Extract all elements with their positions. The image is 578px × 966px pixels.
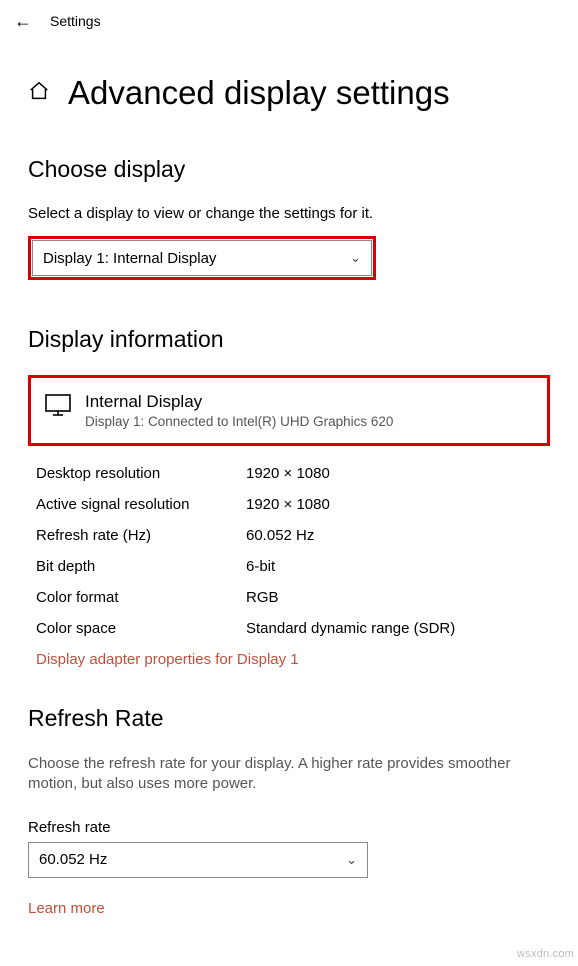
chevron-down-icon: ⌄: [346, 852, 357, 868]
display-properties-table: Desktop resolution 1920 × 1080 Active si…: [28, 456, 550, 687]
refresh-rate-section: Refresh Rate Choose the refresh rate for…: [28, 705, 550, 918]
prop-val: 1920 × 1080: [246, 465, 330, 482]
home-icon[interactable]: [28, 80, 50, 106]
watermark: wsxdn.com: [517, 948, 574, 960]
title-row: Advanced display settings: [28, 74, 550, 112]
table-row: Refresh rate (Hz) 60.052 Hz: [36, 520, 542, 551]
display-card-highlight: Internal Display Display 1: Connected to…: [28, 375, 550, 446]
display-select-value: Display 1: Internal Display: [43, 250, 216, 267]
display-card-title: Internal Display: [85, 392, 393, 412]
display-information-section: Display information Internal Display Dis…: [28, 326, 550, 687]
choose-display-subtext: Select a display to view or change the s…: [28, 205, 550, 222]
refresh-rate-heading: Refresh Rate: [28, 705, 550, 732]
display-card-text: Internal Display Display 1: Connected to…: [85, 392, 393, 429]
table-row: Color format RGB: [36, 582, 542, 613]
table-row: Bit depth 6-bit: [36, 551, 542, 582]
adapter-properties-link-row: Display adapter properties for Display 1: [36, 644, 542, 675]
refresh-rate-field-label: Refresh rate: [28, 819, 550, 836]
settings-crumb[interactable]: Settings: [50, 13, 101, 29]
chevron-down-icon: ⌄: [350, 250, 361, 266]
prop-val: Standard dynamic range (SDR): [246, 620, 455, 637]
prop-key: Bit depth: [36, 558, 246, 575]
table-row: Desktop resolution 1920 × 1080: [36, 458, 542, 489]
display-information-heading: Display information: [28, 326, 550, 353]
page-content: Advanced display settings Choose display…: [0, 38, 578, 918]
table-row: Active signal resolution 1920 × 1080: [36, 489, 542, 520]
top-bar: ← Settings: [0, 0, 578, 38]
page-title: Advanced display settings: [68, 74, 450, 112]
back-arrow-icon[interactable]: ←: [14, 12, 32, 30]
monitor-icon: [45, 394, 71, 421]
prop-key: Color format: [36, 589, 246, 606]
prop-val: RGB: [246, 589, 279, 606]
prop-val: 60.052 Hz: [246, 527, 314, 544]
prop-val: 1920 × 1080: [246, 496, 330, 513]
refresh-rate-desc: Choose the refresh rate for your display…: [28, 754, 550, 795]
learn-more-link[interactable]: Learn more: [28, 900, 105, 917]
choose-display-section: Choose display Select a display to view …: [28, 156, 550, 280]
choose-display-heading: Choose display: [28, 156, 550, 183]
refresh-rate-dropdown[interactable]: 60.052 Hz ⌄: [28, 842, 368, 878]
table-row: Color space Standard dynamic range (SDR): [36, 613, 542, 644]
prop-key: Desktop resolution: [36, 465, 246, 482]
prop-key: Refresh rate (Hz): [36, 527, 246, 544]
prop-key: Color space: [36, 620, 246, 637]
display-card-sub: Display 1: Connected to Intel(R) UHD Gra…: [85, 414, 393, 429]
display-select-dropdown[interactable]: Display 1: Internal Display ⌄: [32, 240, 372, 276]
display-select-highlight: Display 1: Internal Display ⌄: [28, 236, 376, 280]
prop-key: Active signal resolution: [36, 496, 246, 513]
prop-val: 6-bit: [246, 558, 275, 575]
refresh-rate-value: 60.052 Hz: [39, 851, 107, 868]
adapter-properties-link[interactable]: Display adapter properties for Display 1: [36, 651, 299, 668]
